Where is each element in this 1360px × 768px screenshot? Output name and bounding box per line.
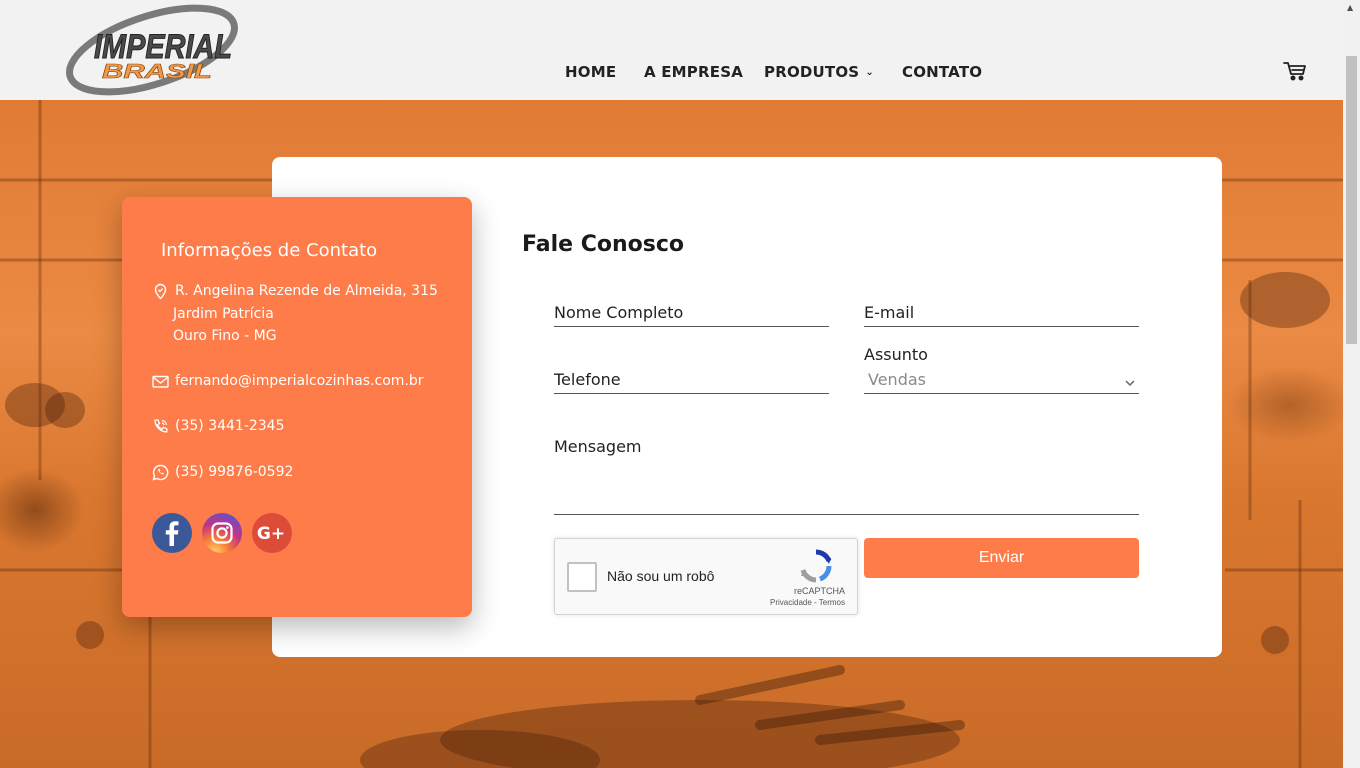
- phone-row[interactable]: (35) 3441-2345: [152, 415, 285, 438]
- email-value: fernando@imperialcozinhas.com.br: [175, 373, 424, 389]
- nav-contato[interactable]: CONTATO: [902, 63, 982, 81]
- email-row[interactable]: fernando@imperialcozinhas.com.br: [152, 370, 424, 393]
- phone-value: (35) 3441-2345: [175, 418, 285, 434]
- whatsapp-value: (35) 99876-0592: [175, 464, 294, 480]
- facebook-icon[interactable]: [152, 513, 192, 553]
- recaptcha-privacy-link[interactable]: Privacidade: [770, 598, 812, 607]
- email-field-label: E-mail: [864, 303, 915, 322]
- address-row: R. Angelina Rezende de Almeida, 315 Jard…: [152, 280, 438, 348]
- recaptcha-links: Privacidade - Termos: [770, 598, 845, 607]
- submit-button[interactable]: Enviar: [864, 538, 1139, 578]
- address-line1: R. Angelina Rezende de Almeida, 315: [175, 283, 438, 299]
- address-line3: Ouro Fino - MG: [173, 328, 277, 344]
- vertical-scrollbar[interactable]: ▲: [1343, 0, 1360, 768]
- scroll-thumb[interactable]: [1346, 56, 1357, 344]
- message-label: Mensagem: [554, 437, 642, 456]
- contact-info-card: Informações de Contato R. Angelina Rezen…: [122, 197, 472, 617]
- subject-label: Assunto: [864, 345, 928, 364]
- phone-field-label: Telefone: [554, 370, 621, 389]
- phone-field[interactable]: Telefone: [554, 370, 829, 394]
- whatsapp-row[interactable]: (35) 99876-0592: [152, 461, 293, 484]
- subject-select-value: Vendas: [868, 370, 926, 389]
- chevron-down-icon: ⌄: [865, 67, 874, 78]
- mail-icon: [152, 375, 169, 388]
- email-field[interactable]: E-mail: [864, 303, 1139, 327]
- contact-card-title: Informações de Contato: [161, 240, 378, 261]
- recaptcha-link-separator: -: [811, 598, 819, 607]
- scroll-up-arrow-icon[interactable]: ▲: [1347, 3, 1353, 12]
- google-plus-icon[interactable]: G+: [252, 513, 292, 553]
- recaptcha-terms-link[interactable]: Termos: [819, 598, 845, 607]
- nav-a-empresa[interactable]: A EMPRESA: [644, 63, 743, 81]
- logo-text-brasil: BRASIL: [102, 61, 212, 83]
- recaptcha-checkbox[interactable]: [567, 562, 597, 592]
- nav-produtos-label: PRODUTOS: [764, 63, 860, 81]
- instagram-icon[interactable]: [202, 513, 242, 553]
- subject-select[interactable]: Vendas: [864, 370, 1139, 394]
- phone-icon: [154, 419, 168, 433]
- form-title: Fale Conosco: [522, 232, 684, 257]
- chevron-down-icon: [1125, 380, 1135, 387]
- message-textarea[interactable]: [554, 470, 1139, 515]
- address-line2: Jardim Patrícia: [173, 305, 274, 322]
- nav-produtos[interactable]: PRODUTOS ⌄: [764, 63, 874, 81]
- recaptcha-logo-icon: [800, 549, 832, 583]
- location-pin-icon: [154, 283, 167, 300]
- shopping-cart-icon[interactable]: [1283, 60, 1307, 82]
- nav-home[interactable]: HOME: [565, 63, 616, 81]
- recaptcha-label: Não sou um robô: [607, 568, 715, 584]
- site-header: IMPERIAL BRASIL HOME A EMPRESA PRODUTOS ⌄…: [0, 0, 1343, 100]
- logo[interactable]: IMPERIAL BRASIL: [62, 2, 244, 100]
- svg-text:G+: G+: [257, 524, 285, 544]
- recaptcha-brand: reCAPTCHA: [793, 586, 845, 596]
- recaptcha-widget: Não sou um robô reCAPTCHA Privacidade - …: [554, 538, 858, 615]
- name-field-label: Nome Completo: [554, 303, 684, 322]
- whatsapp-icon: [152, 464, 169, 481]
- name-field[interactable]: Nome Completo: [554, 303, 829, 327]
